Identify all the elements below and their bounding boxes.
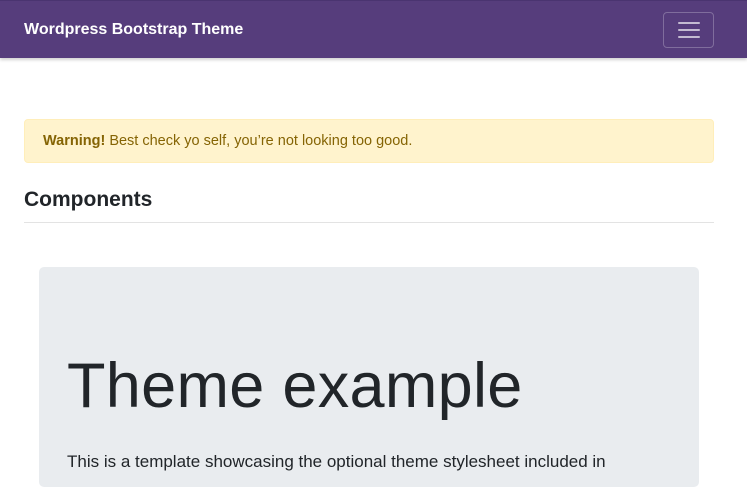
alert-message: Best check yo self, you’re not looking t… [105,133,413,149]
section-title: Components [24,188,153,211]
warning-alert: Warning! Best check yo self, you’re not … [24,119,714,163]
jumbotron: Theme example This is a template showcas… [39,267,699,487]
section-divider [24,222,714,223]
alert-strong-label: Warning! [43,133,106,149]
jumbotron-title: Theme example [67,351,523,421]
navbar: Wordpress Bootstrap Theme [0,0,747,58]
jumbotron-lead: This is a template showcasing the option… [67,452,606,471]
navbar-toggler-button[interactable] [663,12,714,48]
navbar-brand[interactable]: Wordpress Bootstrap Theme [24,19,243,41]
